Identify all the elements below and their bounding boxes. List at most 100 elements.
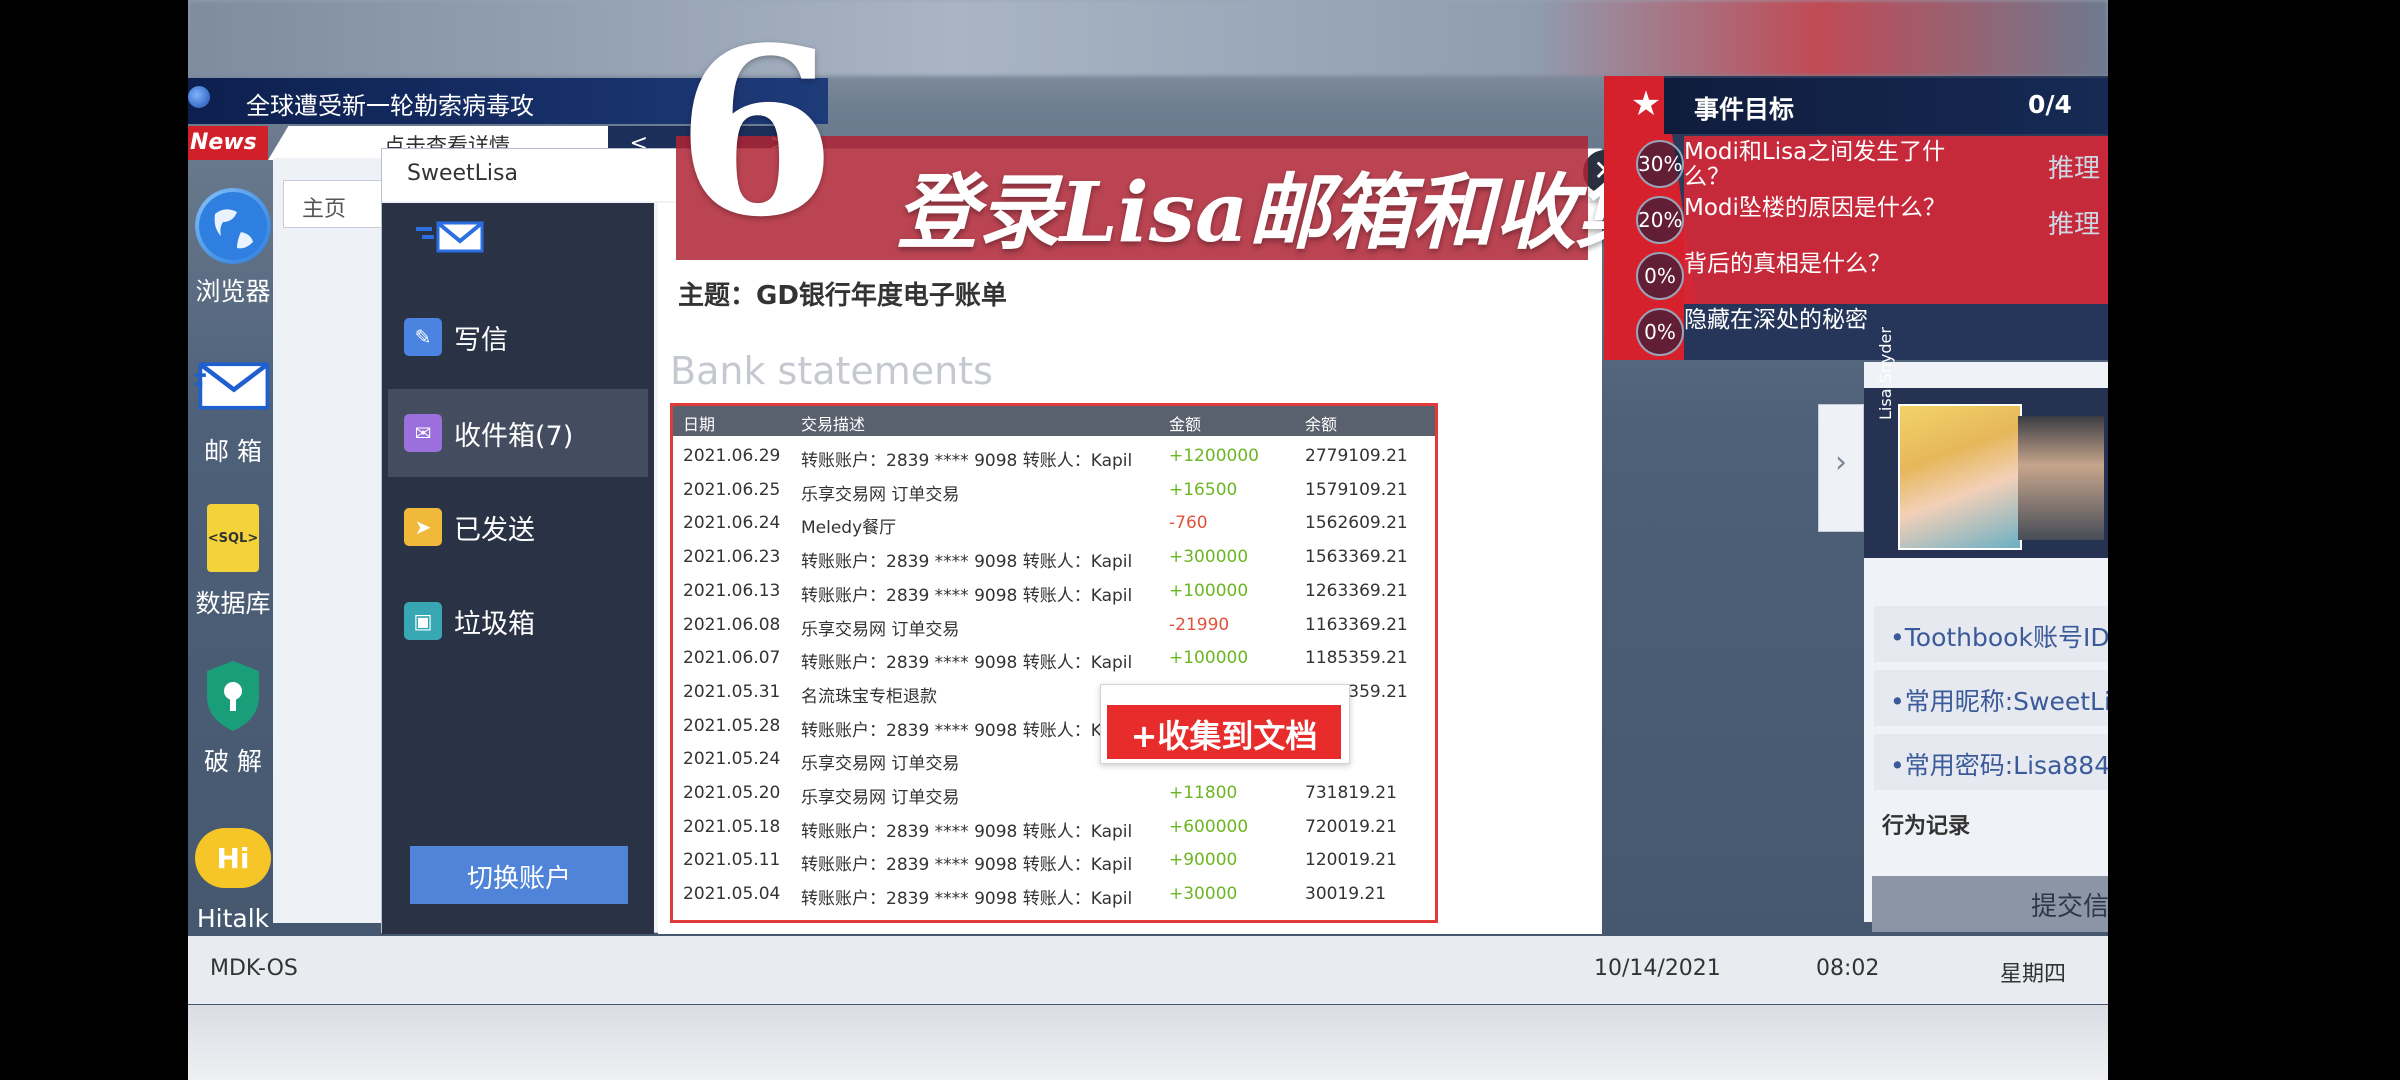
mail-heading: Bank statements	[670, 349, 993, 393]
taskbar: MDK-OS 10/14/2021 08:02 星期四	[188, 936, 2108, 1004]
table-row: 2021.05.20 乐享交易网 订单交易 +11800 731819.21	[673, 775, 1435, 809]
switch-account-button[interactable]: 切换账户	[410, 846, 628, 904]
paper-plane-icon: ➤	[404, 508, 442, 546]
mail-subject: 主题：GD银行年度电子账单	[678, 281, 1007, 311]
desktop-icon-database[interactable]: <SQL> 数据库	[188, 500, 278, 620]
sidebar-item-label: 已发送	[454, 514, 535, 546]
table-cell-balance: 1163369.21	[1305, 614, 1408, 635]
table-cell-desc: 转账账户：2839 **** 9098 转账人：Kapil	[801, 653, 1133, 674]
objective-text: Modi坠楼的原因是什么？	[1684, 195, 1946, 221]
news-headline: 全球遭受新一轮勒索病毒攻	[246, 92, 534, 120]
game-screen: 全球遭受新一轮勒索病毒攻 News 点击查看详情 < 2/2 > 浏览器 邮 箱…	[188, 0, 2108, 1080]
globe-icon	[195, 188, 271, 264]
desktop-icon-browser[interactable]: 浏览器	[188, 188, 278, 308]
submit-info-button[interactable]: 提交信息	[1872, 876, 2108, 932]
table-cell-desc: 乐享交易网 订单交易	[801, 788, 960, 808]
table-cell-desc: 转账账户：2839 **** 9098 转账人：Kapil	[801, 585, 1133, 606]
character-info-row: •常用密码:Lisa8849	[1874, 734, 2108, 790]
table-cell-date: 2021.06.24	[683, 513, 781, 534]
character-portrait[interactable]	[1898, 404, 2022, 550]
table-cell-date: 2021.05.28	[683, 715, 781, 736]
table-cell-amount: -21990	[1169, 614, 1230, 635]
taskbar-time: 08:02	[1816, 956, 1880, 981]
table-header-amount: 金额	[1169, 415, 1202, 434]
bank-statement-table: 日期 交易描述 金额 余额 2021.06.29 转账账户：2839 **** 9…	[670, 403, 1438, 923]
objective-text: Modi和Lisa之间发生了什么？	[1684, 139, 1946, 191]
table-cell-amount: +100000	[1169, 580, 1249, 601]
table-cell-desc: 转账账户：2839 **** 9098 转账人：Kapil	[801, 821, 1133, 842]
collect-button-label: +收集到文档	[1107, 705, 1341, 759]
table-row: 2021.05.11 转账账户：2839 **** 9098 转账人：Kapil +…	[673, 842, 1435, 876]
objective-item[interactable]: Modi坠楼的原因是什么？ 推理	[1684, 192, 2108, 248]
objective-item[interactable]: Modi和Lisa之间发生了什么？ 推理	[1684, 136, 2108, 192]
objective-text: 背后的真相是什么？	[1684, 251, 1891, 277]
objectives-count: 0/4	[2028, 90, 2072, 119]
table-cell-desc: 乐享交易网 订单交易	[801, 619, 960, 640]
character-portrait-secondary[interactable]	[2018, 416, 2104, 540]
infer-button[interactable]: 推理	[2048, 204, 2100, 241]
table-cell-balance: 30019.21	[1305, 884, 1387, 905]
table-cell-balance: 1263369.21	[1305, 580, 1408, 601]
shield-key-icon	[195, 658, 271, 734]
table-cell-desc: 转账账户：2839 **** 9098 转账人：Kapil	[801, 451, 1133, 471]
table-cell-amount: +90000	[1169, 850, 1238, 871]
table-cell-date: 2021.05.04	[683, 884, 781, 905]
desktop-icon-crack[interactable]: 破 解	[188, 658, 278, 778]
table-cell-amount: +30000	[1169, 884, 1238, 905]
table-cell-desc: 乐享交易网 订单交易	[801, 754, 960, 775]
table-cell-balance: 731819.21	[1305, 783, 1397, 803]
table-cell-date: 2021.06.08	[683, 614, 781, 635]
sidebar-item-inbox[interactable]: ✉ 收件箱(7)	[388, 389, 648, 477]
hitalk-glyph: Hi	[195, 828, 271, 888]
mail-window: SweetLisa ✎ 写信 ✉ 收件箱(7) ➤ 已发送 ▣ 垃圾箱 切换账户	[381, 148, 1602, 934]
sidebar-item-label: 垃圾箱	[454, 608, 535, 640]
table-cell-balance: 2779109.21	[1305, 446, 1408, 466]
objective-progress: 30%	[1636, 140, 1684, 188]
sidebar-item-compose[interactable]: ✎ 写信	[388, 293, 648, 381]
table-cell-balance: 720019.21	[1305, 816, 1397, 837]
table-cell-amount: +300000	[1169, 547, 1249, 568]
collect-to-document-button[interactable]: +收集到文档	[1100, 684, 1350, 764]
table-cell-balance: 1579109.21	[1305, 479, 1408, 500]
sidebar-item-label: 写信	[454, 324, 508, 356]
desktop-icon-label: 破 解	[204, 747, 262, 776]
table-cell-desc: 转账账户：2839 **** 9098 转账人：Kapil	[801, 552, 1133, 573]
news-tag: News	[188, 126, 268, 160]
table-cell-date: 2021.06.23	[683, 547, 781, 568]
table-cell-date: 2021.05.20	[683, 783, 781, 803]
desktop-icon-hitalk[interactable]: Hi Hitalk	[188, 820, 278, 933]
table-header-desc: 交易描述	[801, 415, 866, 434]
mail-logo-icon	[414, 219, 484, 255]
globe-icon	[188, 86, 210, 108]
objective-text: 隐藏在深处的秘密	[1684, 307, 1868, 333]
sql-file-glyph: <SQL>	[207, 504, 259, 572]
os-name[interactable]: MDK-OS	[210, 956, 298, 981]
sidebar-item-sent[interactable]: ➤ 已发送	[388, 483, 648, 571]
table-cell-desc: 转账账户：2839 **** 9098 转账人：Kapil	[801, 889, 1133, 910]
table-cell-desc: 乐享交易网 订单交易	[801, 484, 960, 505]
table-row: 2021.05.18 转账账户：2839 **** 9098 转账人：Kapil +…	[673, 809, 1435, 843]
desktop-icon-label: Hitalk	[196, 904, 270, 933]
table-cell-amount: +11800	[1169, 783, 1238, 803]
table-cell-desc: 转账账户：2839 **** 9098 转账人：Ka	[801, 720, 1113, 741]
desktop-icon-label: 浏览器	[195, 277, 271, 306]
table-cell-desc: Meledy餐厅	[801, 518, 897, 539]
sidebar-item-trash[interactable]: ▣ 垃圾箱	[388, 577, 648, 665]
table-cell-amount: +16500	[1169, 479, 1238, 500]
objective-item[interactable]: 背后的真相是什么？	[1684, 248, 2108, 304]
envelope-icon	[195, 348, 271, 424]
table-row: 2021.06.08 乐享交易网 订单交易 -21990 1163369.21	[673, 607, 1435, 641]
table-cell-balance: 1185359.21	[1305, 648, 1408, 669]
desktop-icon-mail[interactable]: 邮 箱	[188, 348, 278, 468]
browser-tab-home[interactable]: 主页	[283, 180, 383, 228]
character-info-row: •常用昵称:SweetLisa	[1874, 670, 2108, 726]
chevron-right-icon[interactable]: ›	[1818, 404, 1864, 532]
table-cell-amount: +100000	[1169, 648, 1249, 669]
step-number: 6	[676, 0, 837, 268]
envelope-icon: ✉	[404, 414, 442, 452]
browser-window	[273, 158, 383, 923]
objective-item[interactable]: 隐藏在深处的秘密	[1684, 304, 2108, 360]
infer-button[interactable]: 推理	[2048, 148, 2100, 185]
table-cell-date: 2021.05.31	[683, 681, 781, 702]
table-row: 2021.05.04 转账账户：2839 **** 9098 转账人：Kapil +…	[673, 876, 1435, 910]
